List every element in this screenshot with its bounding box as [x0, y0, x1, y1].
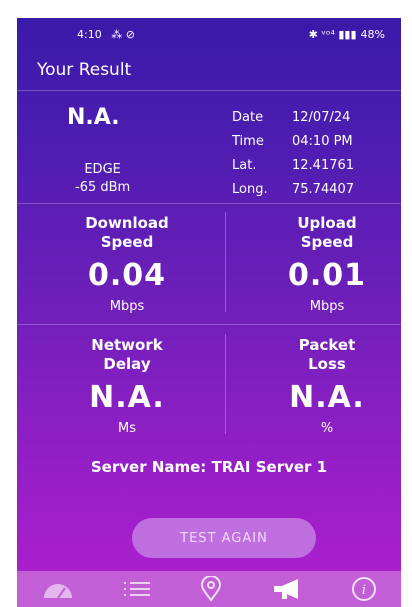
delay-unit: Ms	[118, 421, 136, 436]
network-info: EDGE -65 dBm	[75, 161, 130, 197]
status-right: ✱ ᵛᵒ⁴ ▮▮▮ 48%	[309, 28, 385, 41]
upload-label-line1: Upload	[297, 214, 357, 232]
loss-label-line1: Packet	[298, 336, 356, 354]
download-label-line1: Download	[85, 214, 169, 232]
upload-label: Upload Speed	[257, 214, 397, 252]
detail-row-long: Long. 75.74407	[232, 177, 354, 201]
detail-key: Date	[232, 109, 264, 125]
loss-unit: %	[320, 421, 334, 436]
delay-label-line2: Delay	[103, 355, 151, 373]
loss-value: N.A.	[289, 380, 365, 415]
server-name: Server Name: TRAI Server 1	[90, 458, 328, 476]
delay-label-line1: Network	[91, 336, 163, 354]
download-value: 0.04	[87, 258, 167, 293]
detail-key: Long.	[232, 181, 268, 197]
upload-unit: Mbps	[309, 299, 345, 314]
status-bar: 4:10 ⁂ ⊘ ✱ ᵛᵒ⁴ ▮▮▮ 48%	[17, 18, 401, 50]
network-value: N.A.	[67, 105, 120, 130]
download-label: Download Speed	[57, 214, 197, 252]
delay-label: Network Delay	[57, 336, 197, 374]
detail-key: Time	[232, 133, 264, 149]
loss-label-line2: Loss	[308, 355, 346, 373]
speedometer-icon[interactable]	[41, 578, 75, 600]
battery-level: 48%	[360, 27, 385, 41]
download-label-line2: Speed	[100, 233, 154, 251]
delay-value: N.A.	[89, 380, 165, 415]
signal-strength: -65 dBm	[75, 180, 131, 195]
upload-label-line2: Speed	[300, 233, 354, 251]
list-icon[interactable]	[122, 578, 152, 600]
detail-value: 12.41761	[292, 157, 355, 173]
app-bar: Your Result	[17, 50, 401, 90]
status-time: 4:10	[77, 27, 102, 41]
megaphone-icon[interactable]	[270, 577, 304, 601]
page-title: Your Result	[37, 60, 132, 80]
quality-divider	[225, 334, 226, 434]
detail-key: Lat.	[232, 157, 257, 173]
bottom-nav: i	[17, 571, 401, 607]
detail-value: 04:10 PM	[292, 133, 353, 149]
quality-panel: Network Delay N.A. Ms Packet Loss N.A. %	[17, 324, 401, 446]
app-screen: 4:10 ⁂ ⊘ ✱ ᵛᵒ⁴ ▮▮▮ 48% Your Result N.A. …	[17, 18, 401, 607]
speed-divider	[225, 212, 226, 312]
location-pin-icon[interactable]	[200, 576, 222, 602]
detail-row-time: Time 04:10 PM	[232, 129, 354, 153]
detail-value: 12/07/24	[292, 109, 351, 125]
upload-value: 0.01	[287, 258, 367, 293]
download-unit: Mbps	[109, 299, 145, 314]
network-delay: Network Delay N.A. Ms	[57, 336, 197, 436]
packet-loss: Packet Loss N.A. %	[257, 336, 397, 436]
download-speed: Download Speed 0.04 Mbps	[57, 214, 197, 314]
status-left: 4:10 ⁂ ⊘	[77, 28, 135, 41]
status-left-icons: ⁂ ⊘	[111, 27, 135, 41]
upload-speed: Upload Speed 0.01 Mbps	[257, 214, 397, 314]
network-type: EDGE	[84, 162, 121, 177]
details-list: Date 12/07/24 Time 04:10 PM Lat. 12.4176…	[232, 105, 354, 201]
info-icon[interactable]: i	[351, 576, 377, 602]
loss-label: Packet Loss	[257, 336, 397, 374]
status-right-icons: ✱ ᵛᵒ⁴ ▮▮▮	[308, 27, 357, 41]
speed-panel: Download Speed 0.04 Mbps Upload Speed 0.…	[17, 202, 401, 325]
summary-panel: N.A. EDGE -65 dBm Date 12/07/24 Time 04:…	[17, 90, 401, 204]
svg-text:i: i	[362, 583, 366, 598]
test-again-button[interactable]: TEST AGAIN	[132, 518, 316, 558]
detail-row-lat: Lat. 12.41761	[232, 153, 354, 177]
detail-row-date: Date 12/07/24	[232, 105, 354, 129]
detail-value: 75.74407	[292, 181, 355, 197]
